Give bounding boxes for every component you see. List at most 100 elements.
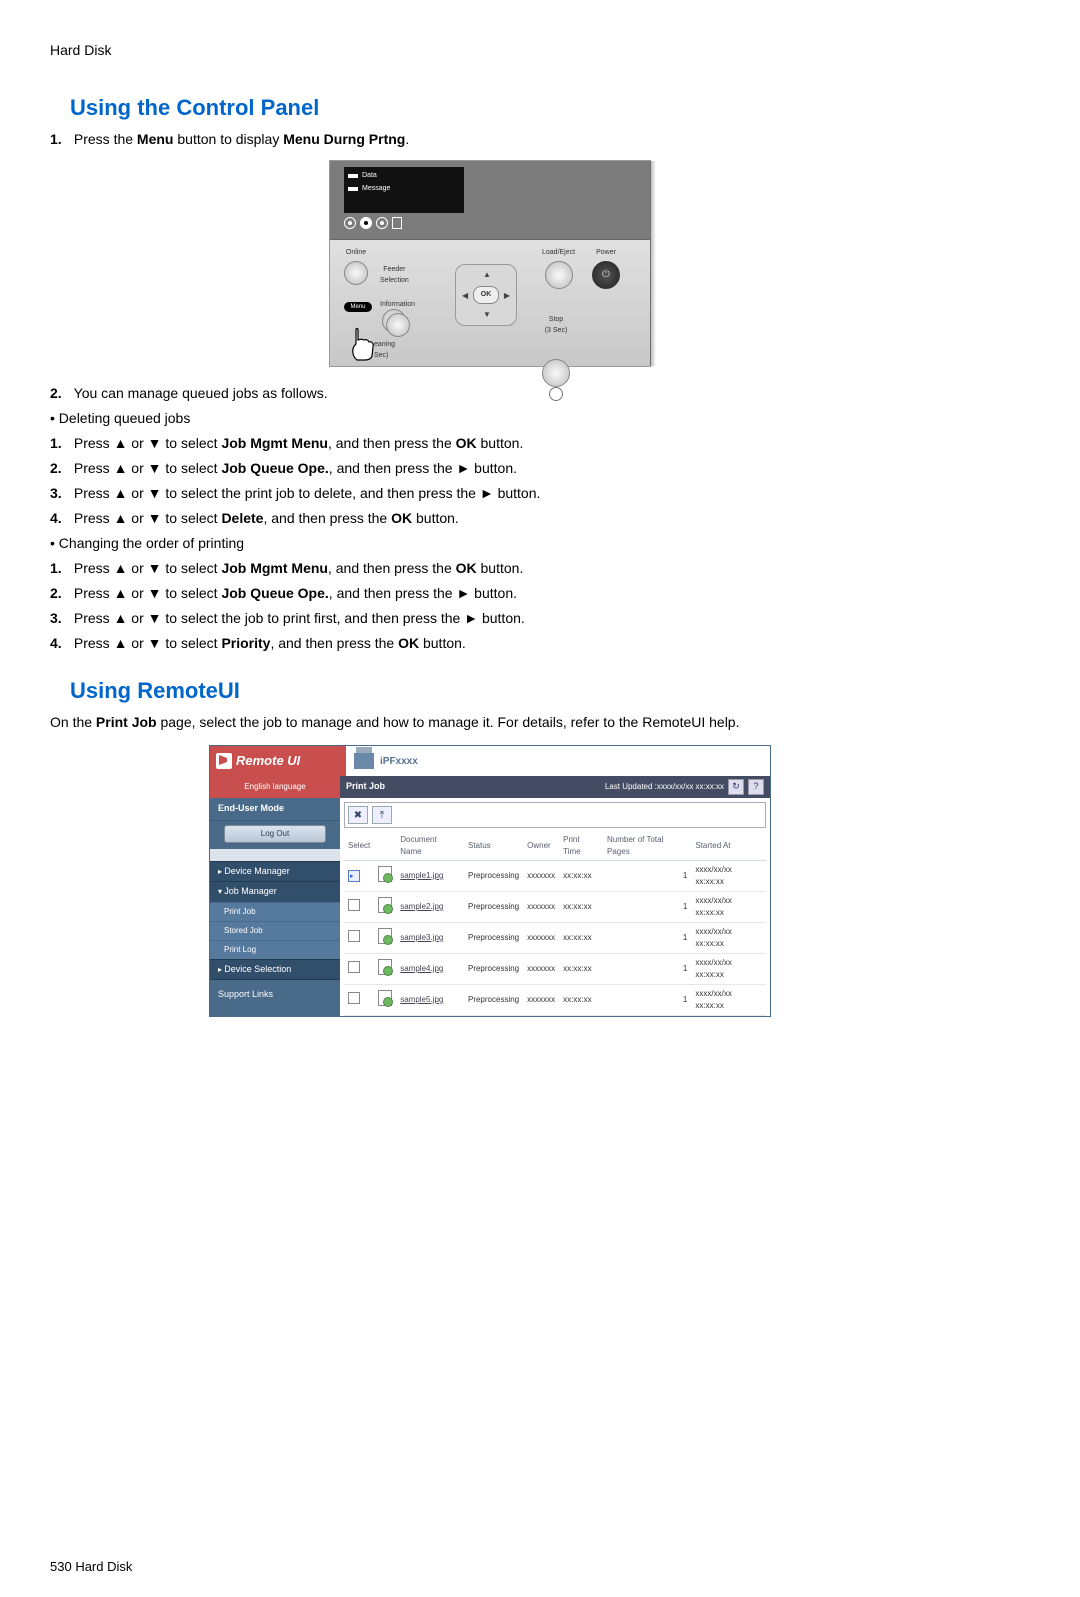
doc-name[interactable]: sample2.jpg — [400, 902, 443, 911]
page-number: 530 — [50, 1559, 72, 1574]
doc-name[interactable]: sample3.jpg — [400, 933, 443, 942]
started-at: xxxx/xx/xx xx:xx:xx — [691, 985, 766, 1016]
sidebar-stored-job[interactable]: Stored Job — [210, 921, 340, 940]
step-number: 1. — [50, 433, 70, 454]
doc-name[interactable]: sample1.jpg — [400, 871, 443, 880]
step-number: 3. — [50, 608, 70, 629]
online-button[interactable] — [344, 261, 368, 285]
document-icon — [378, 990, 392, 1006]
job-table: Select Document Name Status Owner Print … — [344, 832, 766, 1016]
table-row[interactable]: sample2.jpg Preprocessingxxxxxxxxx:xx:xx1… — [344, 892, 766, 923]
last-updated: Last Updated :xxxx/xx/xx xx:xx:xx — [605, 781, 724, 793]
step-number: 2. — [50, 458, 70, 479]
row-select-checkbox[interactable] — [348, 870, 360, 882]
col-document: Document Name — [396, 832, 464, 861]
power-button[interactable]: ⏻ — [592, 261, 620, 289]
started-at: xxxx/xx/xx xx:xx:xx — [691, 954, 766, 985]
step-number: 4. — [50, 633, 70, 654]
refresh-button[interactable]: ↻ — [728, 779, 744, 795]
section-title-control-panel: Using the Control Panel — [70, 91, 930, 124]
row-select-checkbox[interactable] — [348, 899, 360, 911]
pages: 1 — [603, 861, 691, 892]
stop-button[interactable] — [542, 359, 570, 387]
owner: xxxxxxx — [523, 923, 559, 954]
lcd-screen: Data Message — [344, 167, 464, 213]
print-time: xx:xx:xx — [559, 954, 603, 985]
print-time: xx:xx:xx — [559, 985, 603, 1016]
status: Preprocessing — [464, 861, 523, 892]
table-row[interactable]: sample5.jpgPreprocessingxxxxxxxxx:xx:xx1… — [344, 985, 766, 1016]
bullet-delete: Deleting queued jobs — [50, 408, 930, 429]
table-row[interactable]: sample4.jpg Preprocessingxxxxxxxxx:xx:xx1… — [344, 954, 766, 985]
owner: xxxxxxx — [523, 861, 559, 892]
footer-chapter: Hard Disk — [72, 1559, 133, 1574]
delete-job-button[interactable]: ✖ — [348, 806, 368, 824]
step-2: 2. You can manage queued jobs as follows… — [50, 383, 930, 404]
toolbar: ✖ ⤒ — [344, 802, 766, 828]
sidebar-print-job[interactable]: Print Job — [210, 902, 340, 921]
cleaning-label-partial: eaning Sec) — [374, 340, 395, 361]
doc-name[interactable]: sample5.jpg — [400, 995, 443, 1004]
control-panel-illustration: Data Message Online Feeder Selection Loa… — [50, 160, 930, 373]
remoteui-screenshot: Remote UI iPFxxxx English language Print… — [50, 745, 930, 1017]
document-icon — [378, 928, 392, 944]
text-bold: Menu — [137, 131, 174, 147]
pages: 1 — [603, 892, 691, 923]
started-at: xxxx/xx/xx xx:xx:xx — [691, 892, 766, 923]
bullet-change-order: Changing the order of printing — [50, 533, 930, 554]
sidebar-device-selection[interactable]: Device Selection — [210, 959, 340, 980]
owner: xxxxxxx — [523, 954, 559, 985]
document-icon — [378, 959, 392, 975]
doc-name[interactable]: sample4.jpg — [400, 964, 443, 973]
row-select-checkbox[interactable] — [348, 961, 360, 973]
info-label: Information — [380, 300, 415, 311]
lcd-status-icons — [344, 217, 402, 229]
owner: xxxxxxx — [523, 892, 559, 923]
col-pages: Number of Total Pages — [603, 832, 691, 861]
print-time: xx:xx:xx — [559, 861, 603, 892]
logout-button[interactable]: Log Out — [224, 825, 326, 843]
text: You can manage queued jobs as follows. — [74, 385, 328, 401]
section-title-remoteui: Using RemoteUI — [70, 674, 930, 707]
ok-button[interactable]: OK — [473, 286, 499, 304]
text-bold: Menu Durng Prtng — [283, 131, 405, 147]
dpad[interactable]: ▲ ▼ ◀ ▶ OK — [455, 264, 517, 326]
step-number: 1. — [50, 129, 70, 150]
text: Press the — [74, 131, 137, 147]
online-label: Online — [344, 248, 368, 259]
language-selector[interactable]: English language — [210, 776, 340, 798]
sidebar-support-links[interactable]: Support Links — [210, 979, 340, 1005]
row-select-checkbox[interactable] — [348, 930, 360, 942]
table-row[interactable]: sample3.jpg Preprocessingxxxxxxxxx:xx:xx1… — [344, 923, 766, 954]
col-status: Status — [464, 832, 523, 861]
print-time: xx:xx:xx — [559, 892, 603, 923]
pages: 1 — [603, 954, 691, 985]
status: Preprocessing — [464, 892, 523, 923]
col-select: Select — [344, 832, 374, 861]
col-started: Started At — [691, 832, 766, 861]
print-time: xx:xx:xx — [559, 923, 603, 954]
step-number: 2. — [50, 583, 70, 604]
menu-button-label[interactable]: Menu — [344, 302, 372, 312]
printer-icon — [354, 753, 374, 769]
text: button to display — [173, 131, 283, 147]
feeder-label: Feeder Selection — [380, 265, 409, 286]
printer-logo-icon — [216, 753, 232, 769]
text: . — [405, 131, 409, 147]
step-number: 1. — [50, 558, 70, 579]
pages: 1 — [603, 923, 691, 954]
power-label: Power — [592, 248, 620, 259]
page-header: Hard Disk — [50, 40, 930, 61]
document-icon — [378, 897, 392, 913]
table-row[interactable]: sample1.jpg Preprocessingxxxxxxxxx:xx:xx1… — [344, 861, 766, 892]
sidebar-job-manager[interactable]: Job Manager — [210, 881, 340, 902]
help-button[interactable]: ? — [748, 779, 764, 795]
sidebar-print-log[interactable]: Print Log — [210, 940, 340, 959]
status: Preprocessing — [464, 923, 523, 954]
sidebar-device-manager[interactable]: Device Manager — [210, 861, 340, 882]
information-button[interactable] — [386, 313, 410, 337]
status: Preprocessing — [464, 954, 523, 985]
load-eject-button[interactable] — [545, 261, 573, 289]
row-select-checkbox[interactable] — [348, 992, 360, 1004]
priority-job-button[interactable]: ⤒ — [372, 806, 392, 824]
